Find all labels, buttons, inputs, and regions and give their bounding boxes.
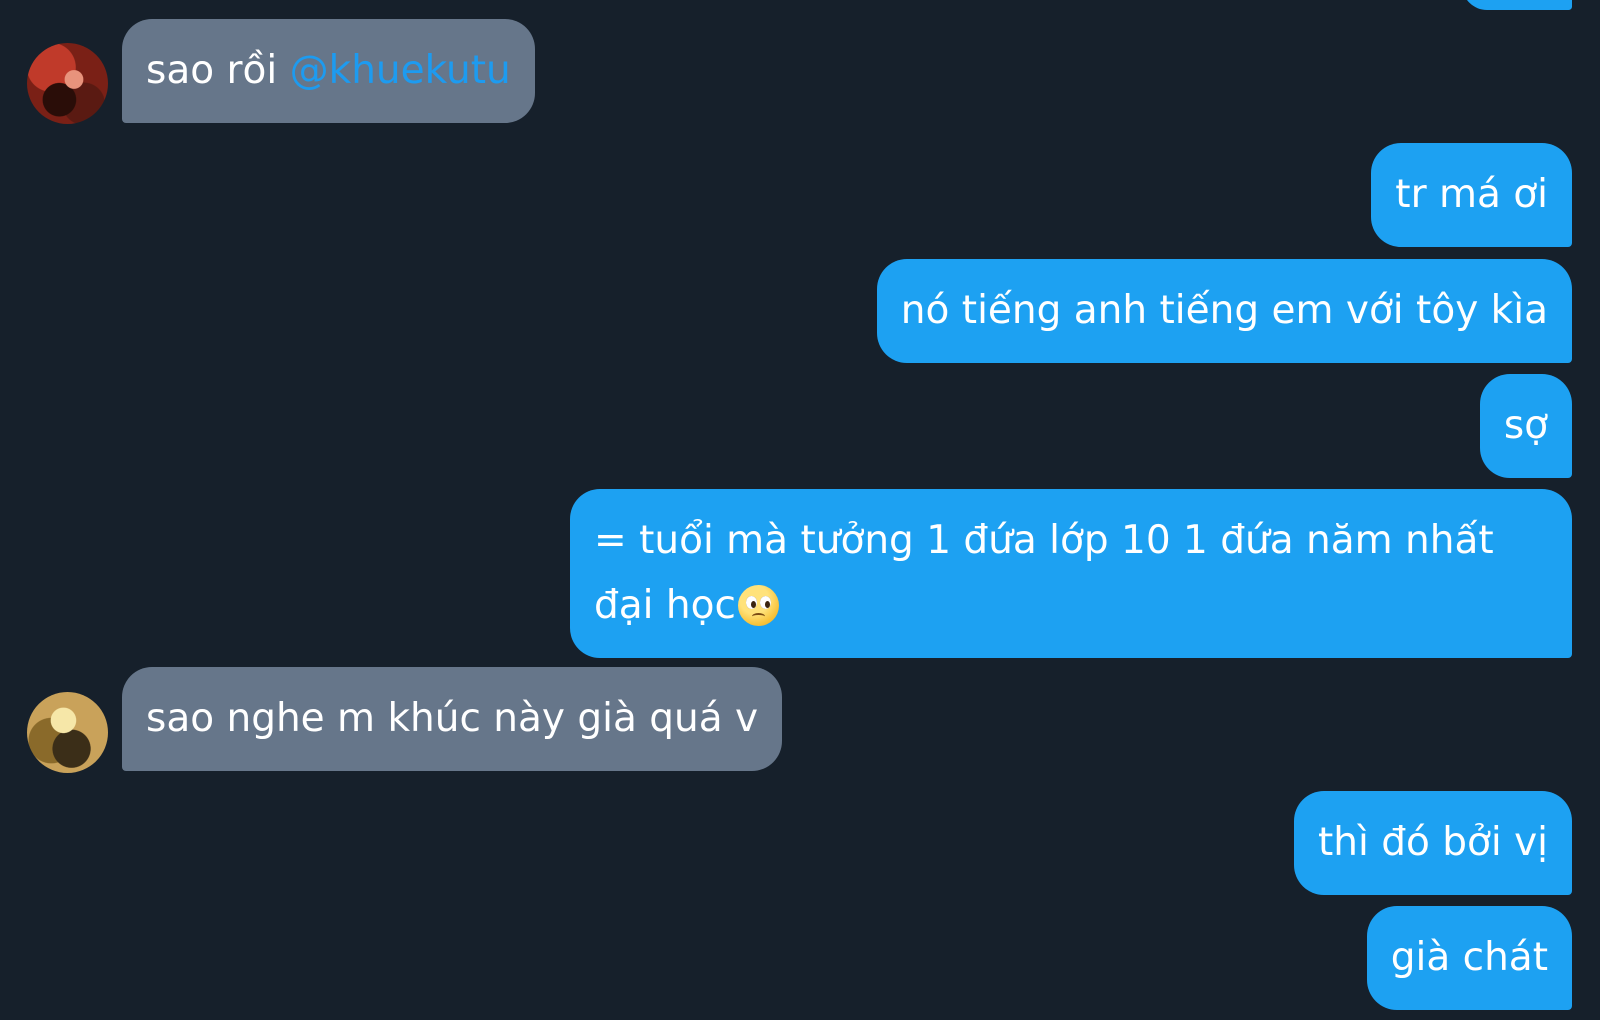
message-bubble-incoming[interactable]: sao rồi @khuekutu [122, 19, 535, 123]
message-bubble-outgoing[interactable]: thì đó bởi vị [1293, 791, 1572, 895]
avatar[interactable] [27, 43, 108, 124]
dm-conversation: sao rồi @khuekutu tr má ơi nó tiếng anh … [0, 0, 1600, 1020]
message-bubble-outgoing[interactable]: sợ [1479, 374, 1572, 478]
message-text: tr má ơi [1395, 172, 1548, 217]
pleading-face-icon [737, 585, 779, 626]
message-text: thì đó bởi vị [1317, 820, 1548, 865]
message-bubble-incoming[interactable]: sao nghe m khúc này già quá v [122, 667, 783, 771]
message-text: sao nghe m khúc này già quá v [146, 696, 759, 741]
message-text: = tuổi mà tưởng 1 đứa lớp 10 1 đứa năm n… [594, 518, 1494, 628]
message-text: nó tiếng anh tiếng em với tôy kìa [900, 288, 1548, 333]
message-bubble-partial[interactable] [1462, 0, 1572, 10]
mention-link[interactable]: @khuekutu [290, 48, 511, 93]
message-bubble-outgoing[interactable]: tr má ơi [1371, 143, 1572, 247]
message-bubble-outgoing[interactable]: già chát [1366, 906, 1572, 1010]
message-text: sao rồi [146, 48, 290, 93]
avatar[interactable] [27, 692, 108, 773]
message-bubble-outgoing[interactable]: nó tiếng anh tiếng em với tôy kìa [876, 259, 1572, 363]
message-bubble-outgoing[interactable]: = tuổi mà tưởng 1 đứa lớp 10 1 đứa năm n… [570, 489, 1572, 658]
message-text: sợ [1503, 403, 1548, 448]
message-text: già chát [1390, 935, 1548, 980]
